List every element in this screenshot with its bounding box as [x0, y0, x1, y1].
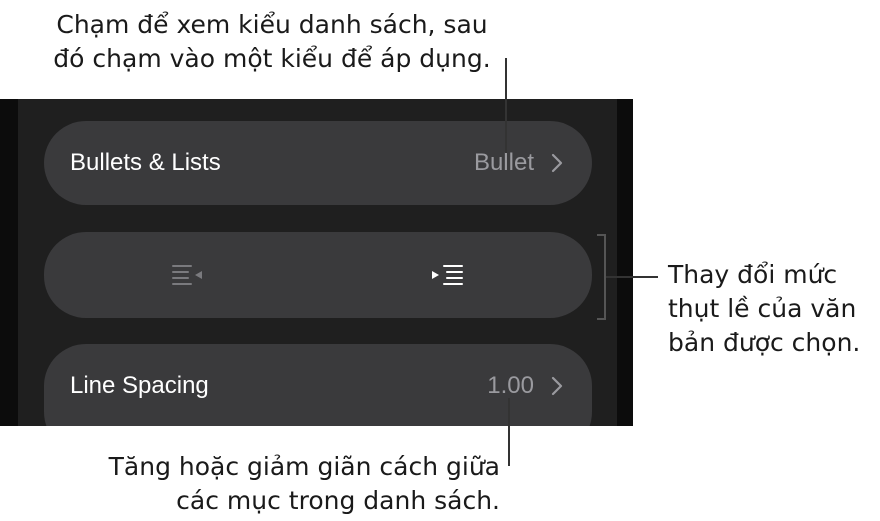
callout-leader-right: [606, 276, 658, 278]
line-spacing-value: 1.00: [487, 372, 534, 399]
chevron-right-icon: [551, 153, 563, 173]
line-spacing-label: Line Spacing: [70, 372, 209, 399]
bullets-lists-label: Bullets & Lists: [70, 149, 221, 176]
callout-line: thụt lề của văn: [668, 294, 857, 323]
callout-line: Thay đổi mức: [668, 260, 838, 289]
callout-line: đó chạm vào một kiểu để áp dụng.: [53, 44, 491, 73]
callout-bullets-lists: Chạm để xem kiểu danh sách, sau đó chạm …: [42, 8, 502, 76]
panel-edge: [617, 99, 633, 426]
increase-indent-icon[interactable]: [430, 263, 464, 287]
panel-edge: [0, 99, 18, 426]
callout-line: các mục trong danh sách.: [176, 486, 500, 515]
indent-controls: [44, 232, 592, 318]
callout-line: Tăng hoặc giảm giãn cách giữa: [108, 452, 500, 481]
callout-leader-bottom: [508, 398, 510, 466]
decrease-indent-icon[interactable]: [171, 263, 205, 287]
callout-line-spacing: Tăng hoặc giảm giãn cách giữa các mục tr…: [109, 450, 500, 518]
callout-line: bản được chọn.: [668, 328, 861, 357]
bullets-lists-button[interactable]: Bullets & Lists Bullet: [44, 121, 592, 205]
callout-line: Chạm để xem kiểu danh sách, sau: [56, 10, 488, 39]
chevron-right-icon: [551, 376, 563, 396]
bullets-lists-value: Bullet: [473, 149, 534, 176]
format-panel: Bullets & Lists Bullet Line Spacing 1.00: [0, 99, 633, 426]
callout-indent: Thay đổi mức thụt lề của văn bản được ch…: [668, 258, 860, 360]
callout-bracket-indent: [597, 234, 606, 320]
callout-leader-top: [505, 58, 507, 153]
